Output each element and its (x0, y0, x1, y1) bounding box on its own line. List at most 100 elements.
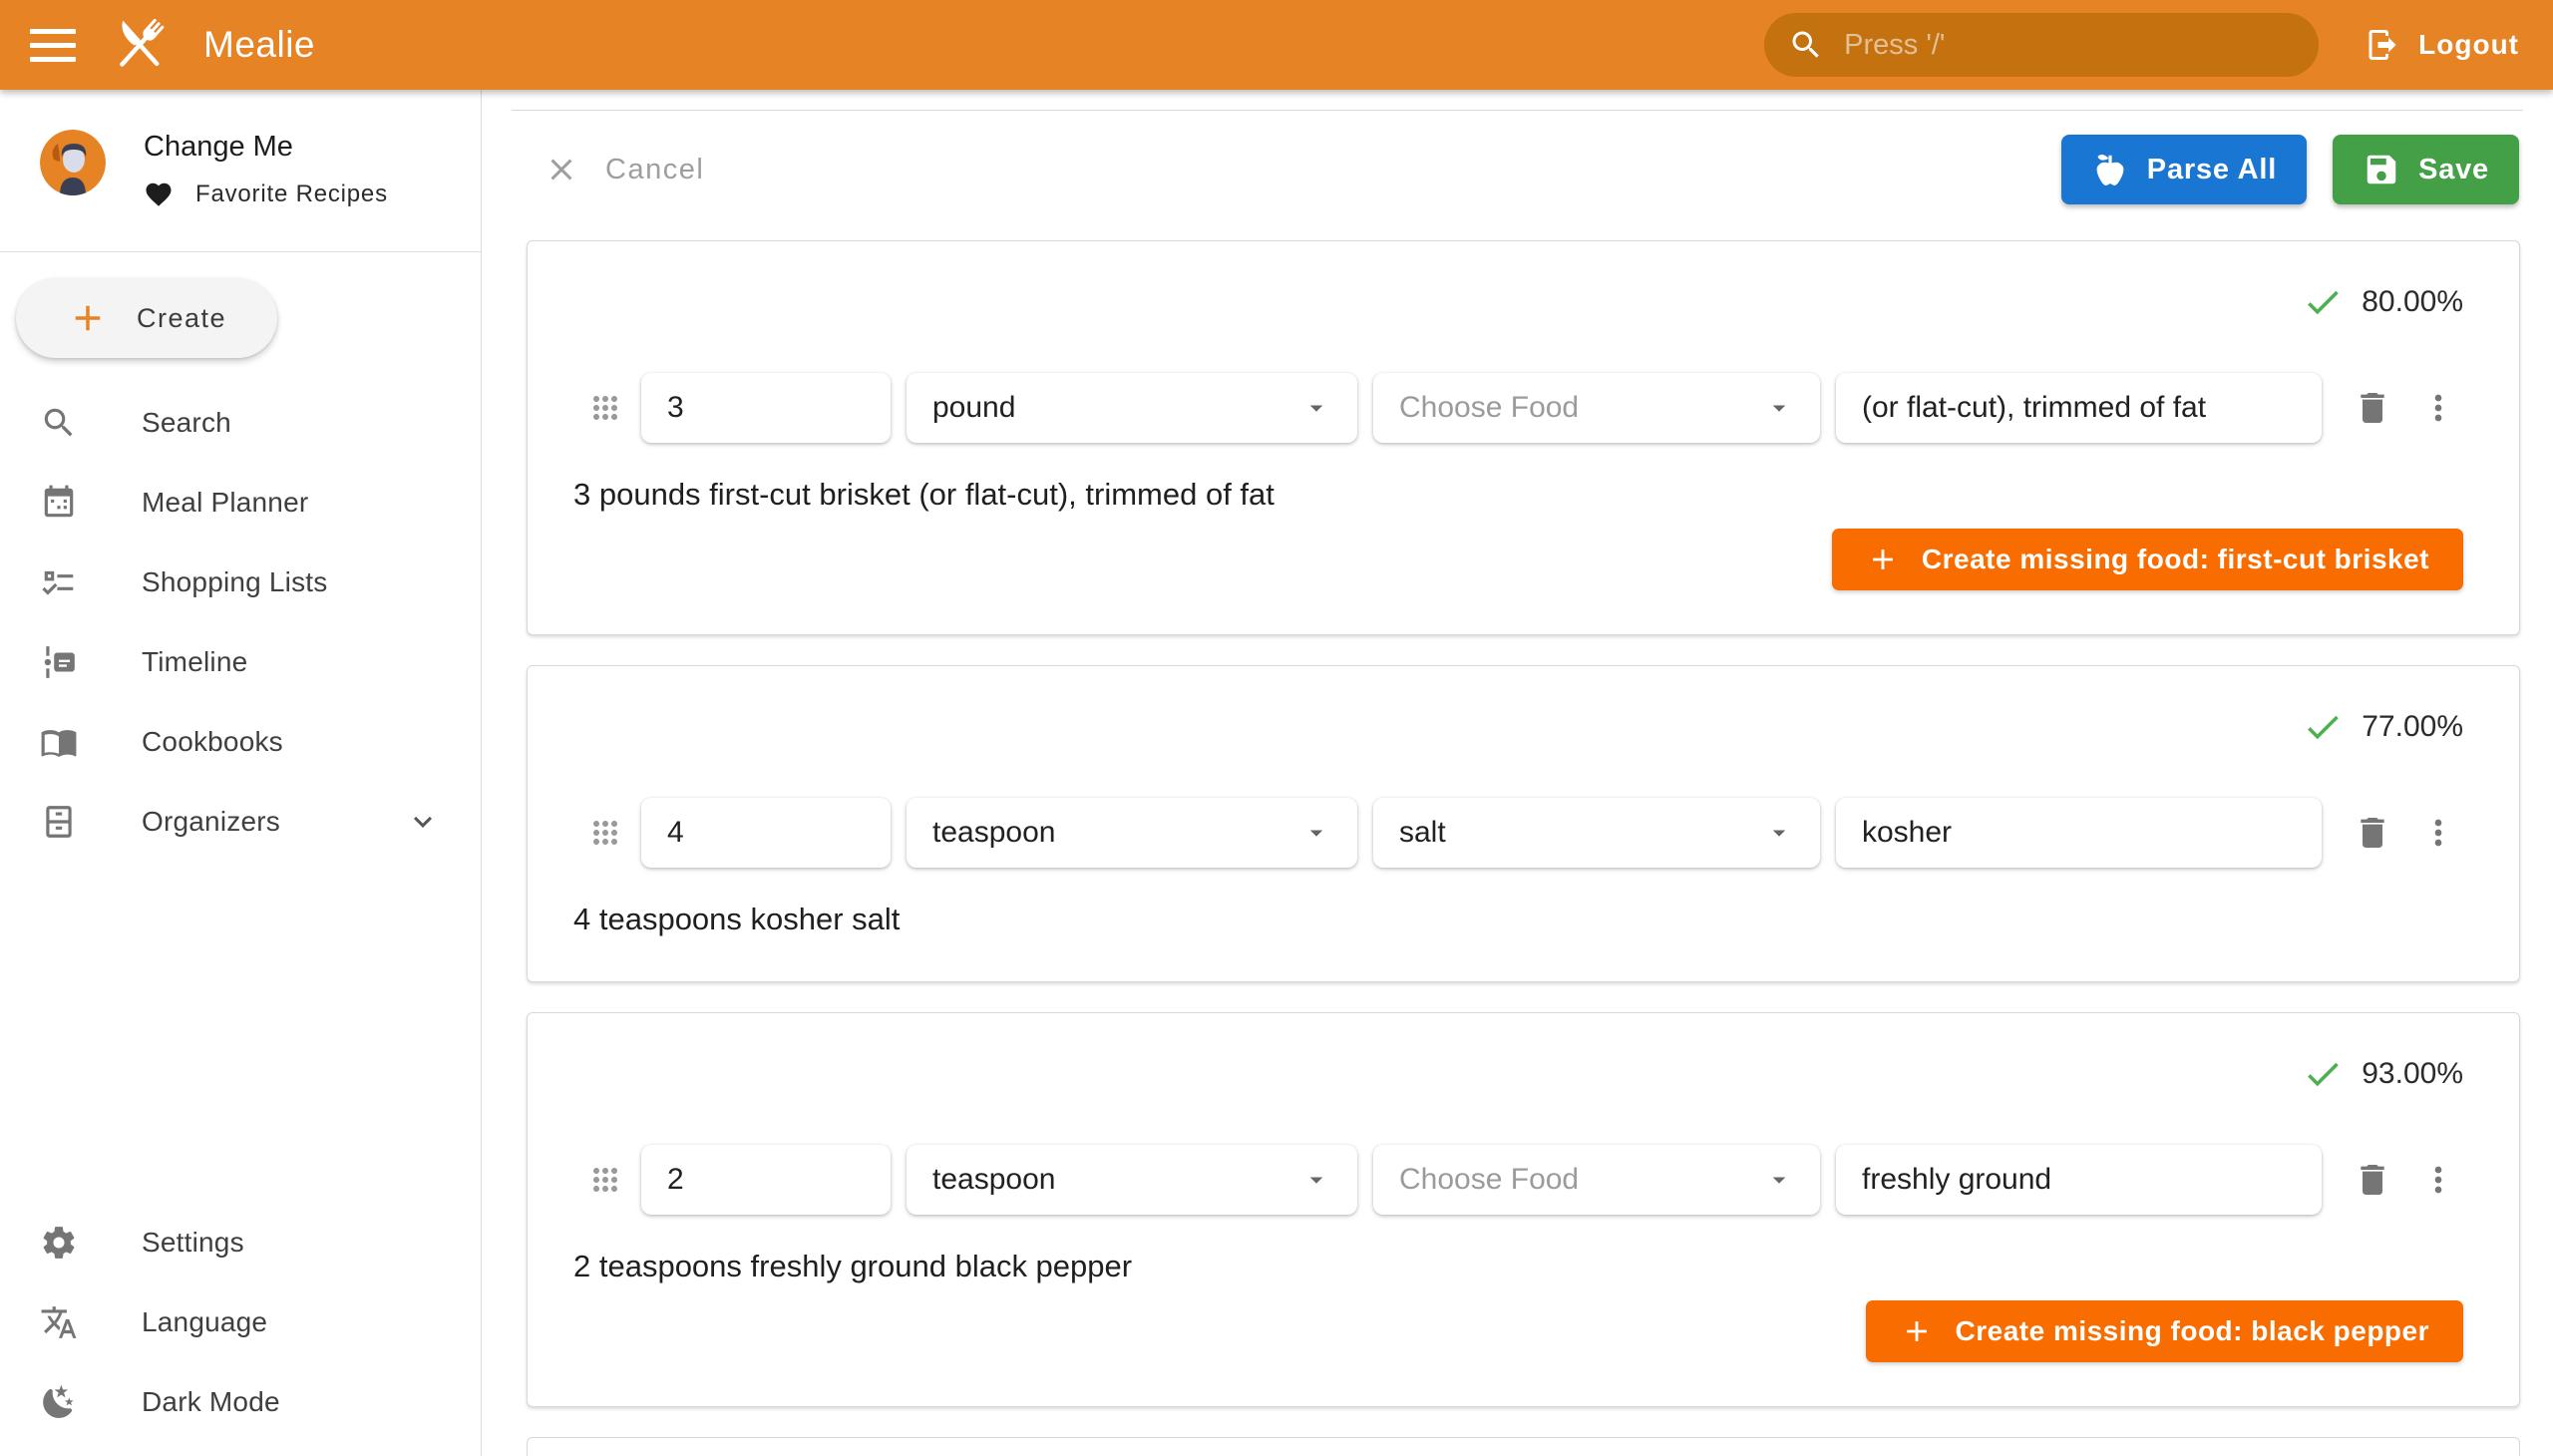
plus-icon (67, 297, 109, 339)
dropdown-arrow-icon (1301, 1165, 1331, 1195)
note-input[interactable]: (or flat-cut), trimmed of fat (1836, 373, 2322, 443)
heart-icon (144, 180, 174, 209)
sidebar-item-search[interactable]: Search (0, 383, 481, 463)
sidebar-divider (0, 251, 481, 252)
sidebar-item-meal-planner[interactable]: Meal Planner (0, 463, 481, 543)
calendar-icon (40, 484, 78, 522)
create-missing-food-button[interactable]: Create missing food: black pepper (1866, 1300, 2464, 1362)
original-ingredient-text: 4 teaspoons kosher salt (573, 902, 2463, 937)
note-input[interactable]: freshly ground (1836, 1145, 2322, 1215)
sidebar-nav: SearchMeal PlannerShopping ListsTimeline… (0, 383, 481, 862)
sidebar-item-language[interactable]: Language (0, 1282, 481, 1362)
quantity-input[interactable]: 4 (641, 798, 891, 868)
more-options-button[interactable] (2413, 1155, 2463, 1205)
sidebar-item-cookbooks[interactable]: Cookbooks (0, 702, 481, 782)
kebab-menu-icon (2418, 813, 2458, 853)
original-ingredient-text: 3 pounds first-cut brisket (or flat-cut)… (573, 477, 2463, 513)
open-book-icon (40, 723, 78, 761)
dropdown-arrow-icon (1764, 1165, 1794, 1195)
create-button[interactable]: Create (16, 278, 277, 358)
timeline-icon (40, 643, 78, 681)
save-icon (2363, 151, 2400, 188)
parser-toolbar: Cancel Parse All Save (482, 111, 2553, 204)
trash-icon (2353, 1160, 2392, 1200)
sidebar-item-organizers[interactable]: Organizers (0, 782, 481, 862)
food-select[interactable]: Choose Food (1373, 1145, 1820, 1215)
sidebar-item-settings[interactable]: Settings (0, 1203, 481, 1282)
logout-button[interactable]: Logout (2365, 27, 2519, 63)
hamburger-menu-icon[interactable] (30, 29, 76, 62)
magnifier-icon (40, 404, 78, 442)
confidence-indicator: 93.00% (587, 1053, 2463, 1095)
food-select[interactable]: Choose Food (1373, 373, 1820, 443)
check-icon (2302, 1053, 2344, 1095)
user-name: Change Me (144, 130, 388, 164)
create-missing-food-button[interactable]: Create missing food: first-cut brisket (1832, 529, 2463, 590)
gear-icon (40, 1224, 78, 1262)
unit-select[interactable]: pound (907, 373, 1357, 443)
kebab-menu-icon (2418, 1160, 2458, 1200)
chevron-down-icon[interactable] (405, 804, 441, 840)
ingredient-card: 77.00% 4 teaspoon salt kosher (527, 665, 2520, 982)
confidence-indicator: 77.00% (587, 706, 2463, 748)
favorite-recipes-link[interactable]: Favorite Recipes (144, 180, 388, 209)
more-options-button[interactable] (2413, 808, 2463, 858)
drag-handle-icon[interactable] (587, 810, 625, 856)
unit-select[interactable]: teaspoon (907, 1145, 1357, 1215)
checklist-icon (40, 563, 78, 601)
save-button[interactable]: Save (2333, 135, 2519, 204)
next-ingredient-card-partial (527, 1437, 2520, 1456)
main-content: Cancel Parse All Save 80.00% 3 (482, 90, 2553, 1456)
kebab-menu-icon (2418, 388, 2458, 428)
sidebar-item-dark-mode[interactable]: Dark Mode (0, 1362, 481, 1442)
dropdown-arrow-icon (1764, 393, 1794, 423)
original-ingredient-text: 2 teaspoons freshly ground black pepper (573, 1249, 2463, 1284)
ingredient-card: 80.00% 3 pound Choose Food (or flat-cut)… (527, 240, 2520, 635)
avatar (40, 130, 106, 195)
drag-handle-icon[interactable] (587, 385, 625, 431)
logout-icon (2365, 27, 2400, 63)
dropdown-arrow-icon (1301, 393, 1331, 423)
apple-icon (2091, 151, 2129, 188)
quantity-input[interactable]: 2 (641, 1145, 891, 1215)
ingredient-card: 93.00% 2 teaspoon Choose Food freshly gr… (527, 1012, 2520, 1407)
app-title: Mealie (203, 24, 315, 66)
more-options-button[interactable] (2413, 383, 2463, 433)
check-icon (2302, 281, 2344, 323)
search-placeholder: Press '/' (1844, 29, 1945, 62)
cancel-button[interactable]: Cancel (544, 152, 704, 187)
global-search-input[interactable]: Press '/' (1764, 13, 2319, 77)
moon-stars-icon (40, 1383, 78, 1421)
sidebar-item-timeline[interactable]: Timeline (0, 622, 481, 702)
sidebar-item-shopping-lists[interactable]: Shopping Lists (0, 543, 481, 622)
sidebar-bottom-nav: SettingsLanguageDark Mode (0, 1203, 481, 1442)
ingredient-cards: 80.00% 3 pound Choose Food (or flat-cut)… (482, 204, 2553, 1456)
food-select[interactable]: salt (1373, 798, 1820, 868)
app-bar: Mealie Press '/' Logout (0, 0, 2553, 90)
sidebar: Change Me Favorite Recipes Create Search… (0, 90, 482, 1456)
delete-ingredient-button[interactable] (2348, 1155, 2397, 1205)
confidence-value: 80.00% (2362, 285, 2463, 319)
trash-icon (2353, 388, 2392, 428)
confidence-value: 93.00% (2362, 1057, 2463, 1091)
unit-select[interactable]: teaspoon (907, 798, 1357, 868)
plus-icon (1900, 1314, 1934, 1348)
parse-all-button[interactable]: Parse All (2061, 135, 2307, 204)
user-profile[interactable]: Change Me Favorite Recipes (0, 90, 481, 209)
trash-icon (2353, 813, 2392, 853)
confidence-value: 77.00% (2362, 710, 2463, 744)
confidence-indicator: 80.00% (587, 281, 2463, 323)
quantity-input[interactable]: 3 (641, 373, 891, 443)
dropdown-arrow-icon (1764, 818, 1794, 848)
delete-ingredient-button[interactable] (2348, 808, 2397, 858)
close-icon (544, 152, 579, 187)
cabinet-icon (40, 803, 78, 841)
note-input[interactable]: kosher (1836, 798, 2322, 868)
drag-handle-icon[interactable] (587, 1157, 625, 1203)
delete-ingredient-button[interactable] (2348, 383, 2397, 433)
search-icon (1788, 27, 1824, 63)
check-icon (2302, 706, 2344, 748)
plus-icon (1866, 543, 1900, 576)
mealie-logo-icon (104, 9, 176, 81)
dropdown-arrow-icon (1301, 818, 1331, 848)
